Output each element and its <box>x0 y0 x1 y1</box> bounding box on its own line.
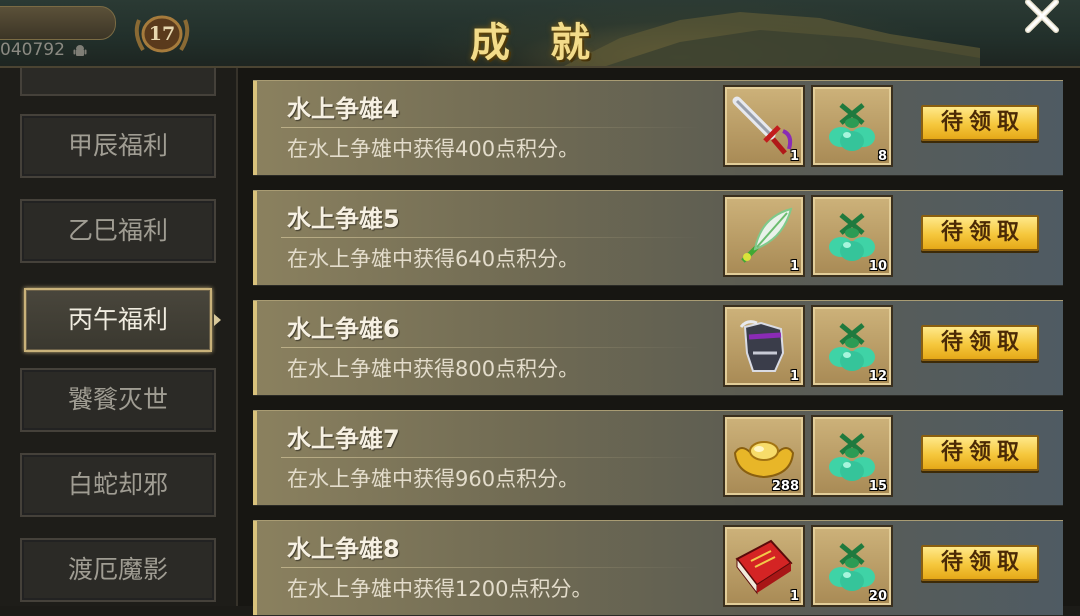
red-book-icon <box>735 539 793 595</box>
achievement-title: 水上争雄4 <box>287 95 400 123</box>
reward-count: 15 <box>868 479 887 494</box>
achievement-description: 在水上争雄中获得400点积分。 <box>287 137 580 161</box>
sidebar-item-jiachen[interactable]: 甲辰福利 <box>20 114 216 178</box>
achievement-row: 水上争雄5 在水上争雄中获得640点积分。 1 10 待领取 <box>253 190 1063 286</box>
reward-count: 288 <box>771 479 799 494</box>
sidebar-item-taotie[interactable]: 饕餮灭世 <box>20 368 216 432</box>
top-bar: 040792 17 成就 <box>0 0 1080 68</box>
close-button[interactable] <box>1020 0 1064 36</box>
reward-slot[interactable]: 12 <box>811 305 893 387</box>
player-name-badge[interactable] <box>0 6 116 40</box>
reward-slot[interactable]: 288 <box>723 415 805 497</box>
level-badge: 17 <box>131 10 193 58</box>
reward-slot[interactable]: 1 <box>723 525 805 607</box>
reward-slot[interactable]: 1 <box>723 305 805 387</box>
reward-count: 12 <box>868 369 887 384</box>
sidebar-item-due[interactable]: 渡厄魔影 <box>20 538 216 602</box>
achievement-description: 在水上争雄中获得800点积分。 <box>287 357 580 381</box>
reward-count: 10 <box>868 259 887 274</box>
achievement-title: 水上争雄7 <box>287 425 400 453</box>
reward-slot[interactable]: 1 <box>723 85 805 167</box>
reward-slot[interactable]: 20 <box>811 525 893 607</box>
achievement-title: 水上争雄8 <box>287 535 400 563</box>
claim-button[interactable]: 待领取 <box>921 325 1039 361</box>
player-id: 040792 <box>0 40 65 60</box>
claim-button[interactable]: 待领取 <box>921 105 1039 141</box>
divider <box>281 347 701 348</box>
android-icon <box>73 45 87 56</box>
jade-pouch-icon <box>829 103 875 151</box>
divider <box>281 567 701 568</box>
level-number: 17 <box>148 23 176 45</box>
sidebar-item-bingwu[interactable]: 丙午福利 <box>24 288 221 352</box>
feather-fan-icon <box>741 207 793 263</box>
achievement-title: 水上争雄5 <box>287 205 400 233</box>
achievement-title: 水上争雄6 <box>287 315 400 343</box>
reward-count: 1 <box>789 149 799 164</box>
page-title: 成就 <box>470 19 630 66</box>
claim-button[interactable]: 待领取 <box>921 435 1039 471</box>
achievement-description: 在水上争雄中获得960点积分。 <box>287 467 580 491</box>
row-accent <box>253 191 257 285</box>
row-accent <box>253 81 257 175</box>
reward-count: 1 <box>789 589 799 604</box>
close-icon <box>1025 0 1059 33</box>
row-accent <box>253 411 257 505</box>
achievement-list[interactable]: 水上争雄4 在水上争雄中获得400点积分。 1 8 待领取 水上争雄5 在水上争… <box>238 68 1080 616</box>
sidebar-item-partial[interactable] <box>20 68 216 96</box>
divider <box>281 237 701 238</box>
reward-slot[interactable]: 10 <box>811 195 893 277</box>
achievement-row: 水上争雄8 在水上争雄中获得1200点积分。 1 20 待领取 <box>253 520 1063 616</box>
row-accent <box>253 521 257 615</box>
divider <box>281 127 701 128</box>
achievement-row: 水上争雄4 在水上争雄中获得400点积分。 1 8 待领取 <box>253 80 1063 176</box>
achievement-description: 在水上争雄中获得1200点积分。 <box>287 577 593 601</box>
reward-count: 1 <box>789 369 799 384</box>
sword-icon <box>732 96 793 155</box>
category-sidebar: 甲辰福利 乙巳福利 丙午福利 饕餮灭世 白蛇却邪 渡厄魔影 <box>0 68 238 606</box>
achievement-description: 在水上争雄中获得640点积分。 <box>287 247 580 271</box>
sidebar-item-baishe[interactable]: 白蛇却邪 <box>20 453 216 517</box>
armor-icon <box>739 320 785 372</box>
reward-slot[interactable]: 8 <box>811 85 893 167</box>
row-accent <box>253 301 257 395</box>
reward-slot[interactable]: 15 <box>811 415 893 497</box>
claim-button[interactable]: 待领取 <box>921 215 1039 251</box>
achievement-row: 水上争雄7 在水上争雄中获得960点积分。 288 15 待领取 <box>253 410 1063 506</box>
reward-slot[interactable]: 1 <box>723 195 805 277</box>
reward-count: 1 <box>789 259 799 274</box>
reward-count: 20 <box>868 589 887 604</box>
divider <box>281 457 701 458</box>
reward-count: 8 <box>877 149 887 164</box>
claim-button[interactable]: 待领取 <box>921 545 1039 581</box>
sidebar-item-yisi[interactable]: 乙巳福利 <box>20 199 216 263</box>
achievement-row: 水上争雄6 在水上争雄中获得800点积分。 1 12 待领取 <box>253 300 1063 396</box>
